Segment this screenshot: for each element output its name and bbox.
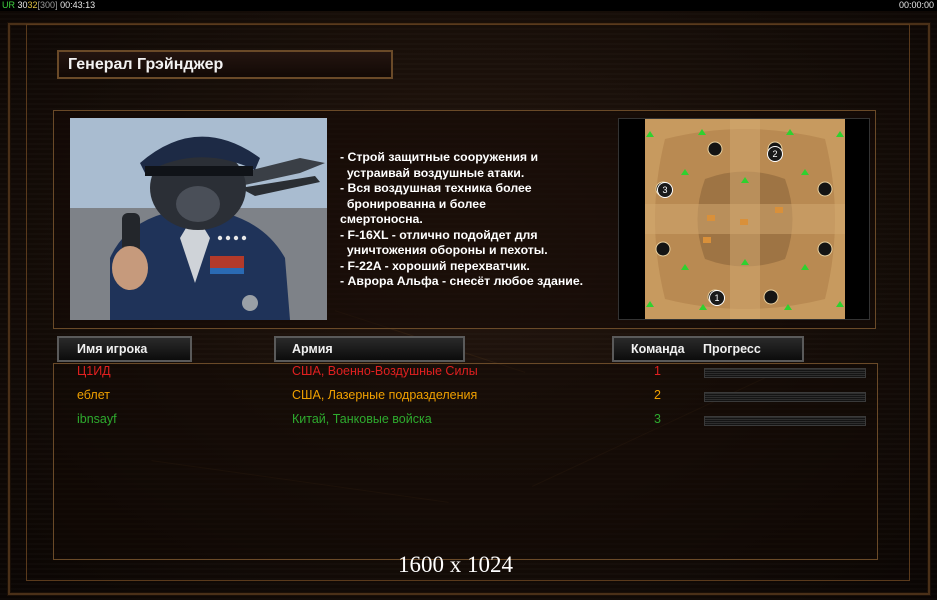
status-value-2: 32: [27, 0, 38, 10]
player-row[interactable]: ibnsayf Китай, Танковые войска 3: [0, 412, 937, 430]
player-progress-bar: [704, 416, 866, 426]
status-ur: UR: [2, 0, 15, 10]
header-progress-label: Прогресс: [703, 342, 761, 356]
player-army[interactable]: США, Лазерные подразделения: [292, 388, 477, 402]
player-team[interactable]: 1: [654, 364, 661, 378]
player-row[interactable]: Ц1ИД США, Военно-Воздушные Силы 1: [0, 364, 937, 382]
player-team[interactable]: 2: [654, 388, 661, 402]
header-team-label: Команда: [631, 342, 685, 356]
status-left: UR 3032[300] 00:43:13: [2, 0, 95, 11]
general-title-box: Генерал Грэйнджер: [57, 50, 393, 79]
description-line: уничтожения обороны и пехоты.: [340, 243, 548, 257]
start-position-2[interactable]: 2: [767, 146, 783, 162]
player-name: ibnsayf: [77, 412, 117, 426]
description-line: смертоносна.: [340, 212, 423, 226]
player-progress-bar: [704, 368, 866, 378]
description-line: бронированна и более: [340, 196, 486, 211]
status-bar: UR 3032[300] 00:43:13 00:00:00: [0, 0, 937, 11]
general-portrait-image: [70, 118, 327, 320]
player-army[interactable]: Китай, Танковые войска: [292, 412, 432, 426]
resolution-watermark: 1600 x 1024: [398, 552, 513, 577]
player-row[interactable]: еблет США, Лазерные подразделения 2: [0, 388, 937, 406]
status-time-left: 00:43:13: [60, 0, 96, 10]
general-title: Генерал Грэйнджер: [68, 56, 224, 73]
general-description: - Строй защитные сооружения и устраивай …: [340, 150, 615, 290]
description-line: устраивай воздушные атаки.: [340, 165, 525, 180]
status-value-3: [300]: [37, 0, 58, 10]
player-team[interactable]: 3: [654, 412, 661, 426]
player-army[interactable]: США, Военно-Воздушные Силы: [292, 364, 478, 378]
header-player-name-label: Имя игрока: [77, 342, 148, 356]
header-team-progress[interactable]: Команда Прогресс: [612, 336, 804, 362]
description-line: - F-16XL - отлично подойдет для: [340, 227, 538, 242]
header-player-name[interactable]: Имя игрока: [57, 336, 192, 362]
player-name: Ц1ИД: [77, 364, 111, 378]
description-line: - F-22A - хороший перехватчик.: [340, 258, 530, 273]
description-line: - Строй защитные сооружения и: [340, 150, 539, 164]
description-line: - Аврора Альфа - снесёт любое здание.: [340, 274, 584, 288]
header-army[interactable]: Армия: [274, 336, 465, 362]
description-line: - Вся воздушная техника более: [340, 181, 532, 195]
player-name: еблет: [77, 388, 110, 402]
start-position-1[interactable]: 1: [709, 290, 725, 306]
general-portrait: [70, 118, 327, 320]
status-value-1: 30: [17, 0, 28, 10]
player-progress-bar: [704, 392, 866, 402]
minimap-terrain: [645, 119, 845, 319]
minimap[interactable]: 2 3 1: [618, 118, 870, 320]
status-time-right: 00:00:00: [898, 0, 934, 10]
header-army-label: Армия: [292, 342, 333, 356]
start-position-3[interactable]: 3: [657, 182, 673, 198]
